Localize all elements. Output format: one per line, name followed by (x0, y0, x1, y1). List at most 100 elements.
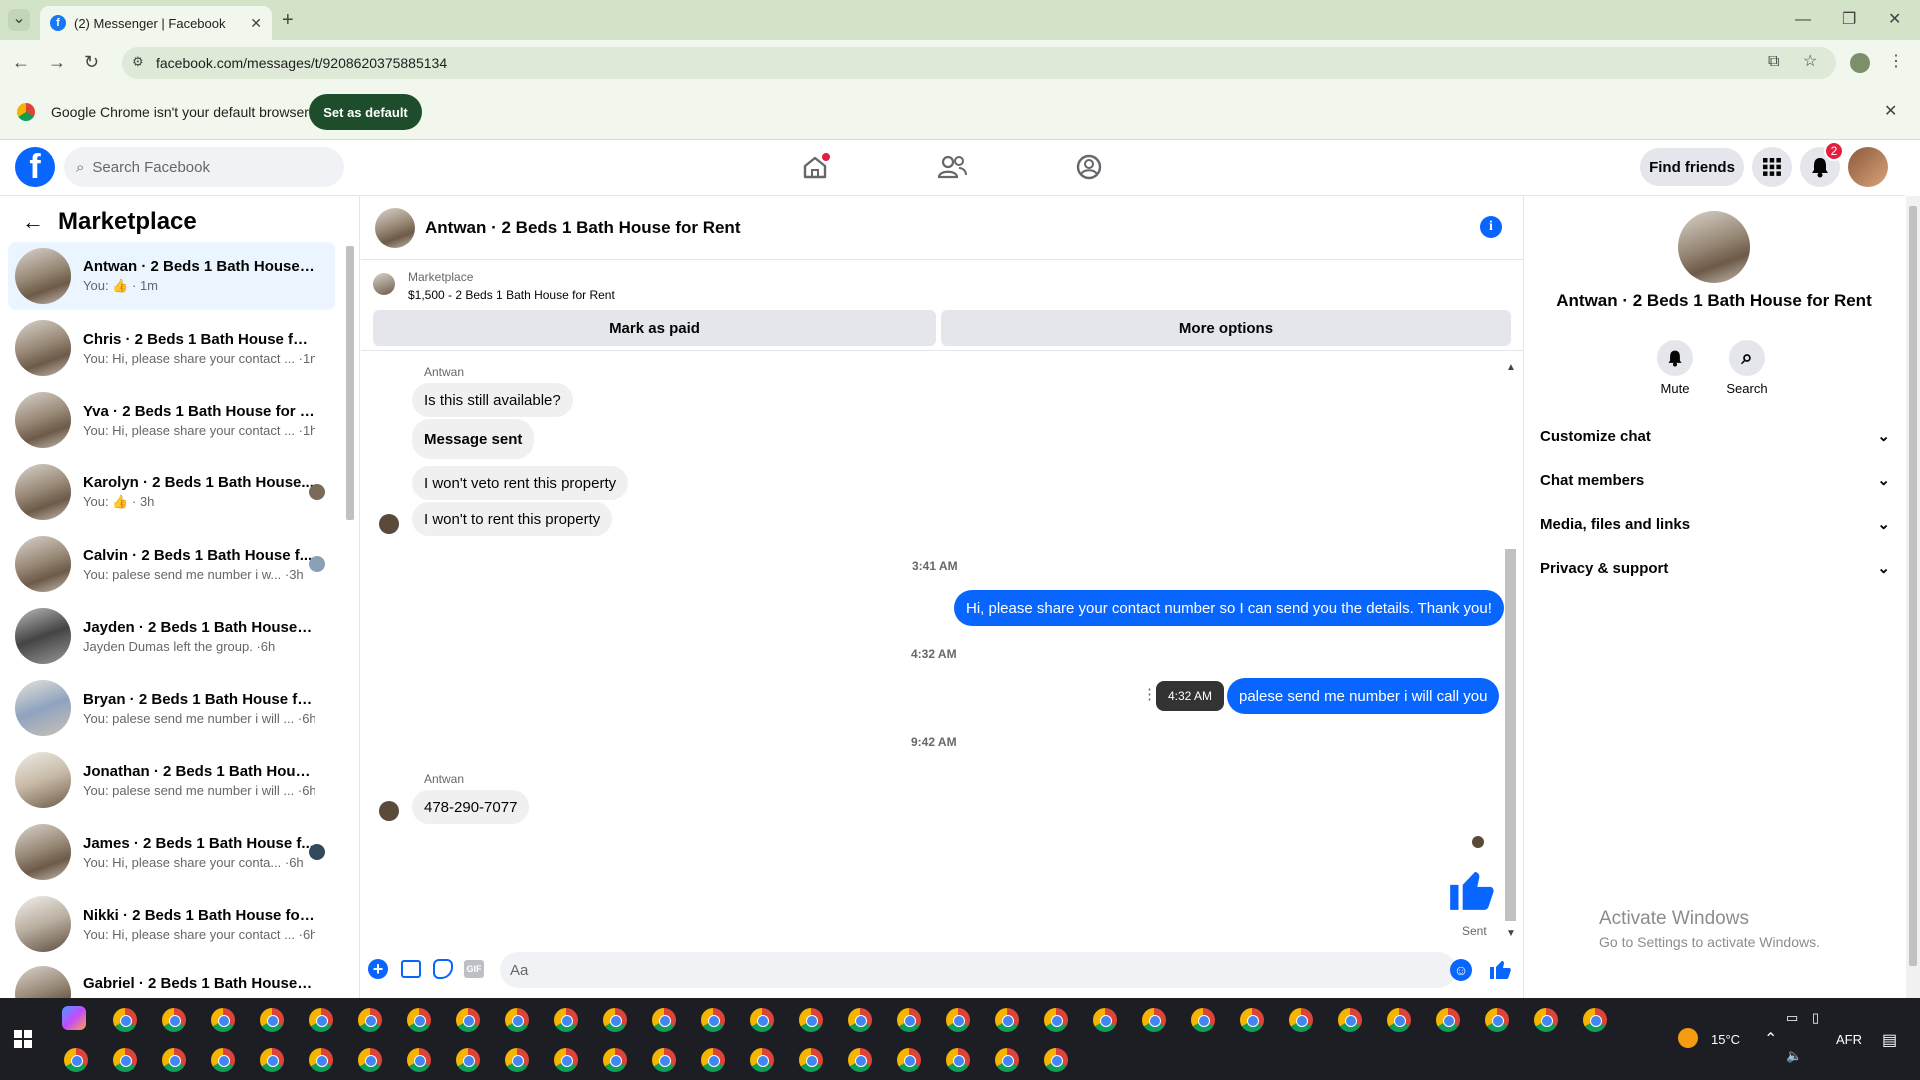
details-avatar[interactable] (1678, 211, 1750, 283)
chrome-taskbar-icon[interactable] (309, 1008, 333, 1032)
chrome-taskbar-icon[interactable] (799, 1048, 823, 1072)
large-like-icon[interactable] (1446, 864, 1496, 914)
chrome-taskbar-icon[interactable] (897, 1008, 921, 1032)
chrome-taskbar-icon[interactable] (162, 1008, 186, 1032)
chat-row-karolyn[interactable]: Karolyn · 2 Beds 1 Bath House... You: 👍 ·… (8, 458, 335, 526)
infobar-close-icon[interactable]: ✕ (1884, 102, 1897, 122)
add-actions-icon[interactable]: + (368, 959, 388, 979)
mute-button[interactable]: Mute (1645, 340, 1705, 396)
chrome-taskbar-icon[interactable] (113, 1048, 137, 1072)
chrome-taskbar-icon[interactable] (358, 1008, 382, 1032)
chrome-taskbar-icon[interactable] (162, 1048, 186, 1072)
chrome-taskbar-icon[interactable] (1485, 1008, 1509, 1032)
my-message-bubble[interactable]: Hi, please share your contact number so … (954, 590, 1504, 626)
chat-row-james[interactable]: James · 2 Beds 1 Bath House f... You: Hi,… (8, 818, 335, 886)
chrome-taskbar-icon[interactable] (64, 1048, 88, 1072)
restore-icon[interactable]: ❐ (1842, 10, 1856, 30)
chrome-taskbar-icon[interactable] (456, 1048, 480, 1072)
chrome-taskbar-icon[interactable] (211, 1008, 235, 1032)
new-tab-icon[interactable]: + (282, 10, 294, 30)
account-avatar[interactable] (1848, 147, 1888, 187)
notification-center-icon[interactable]: ▤ (1882, 1030, 1897, 1050)
chrome-taskbar-icon[interactable] (456, 1008, 480, 1032)
chrome-taskbar-icon[interactable] (1338, 1008, 1362, 1032)
chrome-taskbar-icon[interactable] (603, 1048, 627, 1072)
photo-icon[interactable] (401, 960, 421, 978)
chrome-taskbar-icon[interactable] (407, 1008, 431, 1032)
chrome-taskbar-icon[interactable] (1093, 1008, 1117, 1032)
home-nav-icon[interactable] (795, 147, 835, 187)
chrome-taskbar-icon[interactable] (1044, 1008, 1068, 1032)
chrome-taskbar-icon[interactable] (799, 1008, 823, 1032)
page-scrollbar[interactable] (1906, 196, 1920, 998)
chat-row-antwan[interactable]: Antwan · 2 Beds 1 Bath House f... You: 👍 … (8, 242, 335, 310)
my-message-bubble[interactable]: palese send me number i will call you (1227, 678, 1500, 714)
temperature[interactable]: 15°C (1711, 1032, 1740, 1047)
chat-list-scrollbar[interactable] (346, 246, 354, 520)
chrome-taskbar-icon[interactable] (260, 1048, 284, 1072)
chrome-taskbar-icon[interactable] (946, 1008, 970, 1032)
chrome-taskbar-icon[interactable] (554, 1048, 578, 1072)
emoji-icon[interactable]: ☺ (1450, 959, 1472, 981)
chrome-taskbar-icon[interactable] (1240, 1008, 1264, 1032)
info-icon[interactable]: i (1480, 216, 1502, 238)
chrome-taskbar-icon[interactable] (1289, 1008, 1313, 1032)
chrome-taskbar-icon[interactable] (113, 1008, 137, 1032)
chrome-taskbar-icon[interactable] (1142, 1008, 1166, 1032)
chrome-taskbar-icon[interactable] (260, 1008, 284, 1032)
facebook-search-input[interactable]: ⌕ Search Facebook (64, 147, 344, 187)
minimize-icon[interactable]: — (1795, 10, 1811, 30)
chat-row-jonathan[interactable]: Jonathan · 2 Beds 1 Bath House ... You: p… (8, 746, 335, 814)
copilot-icon[interactable] (62, 1006, 86, 1030)
chrome-taskbar-icon[interactable] (848, 1048, 872, 1072)
tray-chevron-icon[interactable]: ⌃ (1764, 1029, 1777, 1049)
address-bar[interactable]: ⚙ facebook.com/messages/t/92086203758851… (122, 47, 1836, 79)
language-indicator[interactable]: AFR (1836, 1032, 1862, 1047)
reload-icon[interactable]: ↻ (84, 52, 99, 72)
chat-row-chris[interactable]: Chris · 2 Beds 1 Bath House for ... You: … (8, 314, 335, 382)
volume-icon[interactable]: 🔈 (1786, 1048, 1802, 1064)
send-like-icon[interactable] (1488, 957, 1512, 981)
customize-chat-section[interactable]: Customize chat ⌄ (1540, 414, 1890, 458)
tab-search-icon[interactable]: ⌄ (8, 9, 30, 31)
chrome-taskbar-icon[interactable] (407, 1048, 431, 1072)
chrome-taskbar-icon[interactable] (1044, 1048, 1068, 1072)
search-in-chat-button[interactable]: ⌕ Search (1717, 340, 1777, 396)
privacy-support-section[interactable]: Privacy & support ⌄ (1540, 546, 1890, 590)
chrome-taskbar-icon[interactable] (946, 1048, 970, 1072)
chat-members-section[interactable]: Chat members ⌄ (1540, 458, 1890, 502)
sender-avatar[interactable] (379, 801, 399, 821)
chrome-taskbar-icon[interactable] (358, 1048, 382, 1072)
chat-row-jayden[interactable]: Jayden · 2 Beds 1 Bath House fo... Jayden… (8, 602, 335, 670)
profile-icon[interactable] (1850, 53, 1870, 73)
chrome-taskbar-icon[interactable] (897, 1048, 921, 1072)
chrome-taskbar-icon[interactable] (701, 1048, 725, 1072)
chat-row-yva[interactable]: Yva · 2 Beds 1 Bath House for Re... You: … (8, 386, 335, 454)
message-input[interactable]: Aa (500, 952, 1456, 988)
chrome-taskbar-icon[interactable] (750, 1008, 774, 1032)
chat-row-nikki[interactable]: Nikki · 2 Beds 1 Bath House for ... You: … (8, 890, 335, 958)
chrome-taskbar-icon[interactable] (701, 1008, 725, 1032)
chat-header-avatar[interactable] (375, 207, 415, 248)
install-app-icon[interactable]: ⧉ (1768, 52, 1779, 72)
page-scroll-thumb[interactable] (1909, 206, 1917, 966)
network-icon[interactable]: ▭ (1786, 1010, 1798, 1026)
forward-icon[interactable]: → (48, 52, 66, 72)
friends-nav-icon[interactable] (932, 147, 972, 187)
chrome-taskbar-icon[interactable] (1534, 1008, 1558, 1032)
bookmark-star-icon[interactable]: ☆ (1803, 52, 1817, 72)
media-files-section[interactable]: Media, files and links ⌄ (1540, 502, 1890, 546)
tab-close-icon[interactable]: ✕ (250, 15, 262, 32)
listing-thumbnail[interactable] (373, 273, 395, 295)
chat-title[interactable]: Antwan · 2 Beds 1 Bath House for Rent (425, 218, 740, 238)
scroll-down-icon[interactable]: ▼ (1506, 924, 1516, 944)
message-bubble[interactable]: Message sent (412, 419, 535, 459)
device-icon[interactable]: ▯ (1812, 1010, 1819, 1026)
chrome-taskbar-icon[interactable] (1387, 1008, 1411, 1032)
site-info-icon[interactable]: ⚙ (132, 54, 144, 70)
chrome-taskbar-icon[interactable] (652, 1008, 676, 1032)
message-options-icon[interactable]: ⋮ (1142, 685, 1157, 705)
chrome-taskbar-icon[interactable] (211, 1048, 235, 1072)
more-options-button[interactable]: More options (941, 310, 1511, 346)
back-arrow-icon[interactable]: ← (22, 209, 44, 235)
